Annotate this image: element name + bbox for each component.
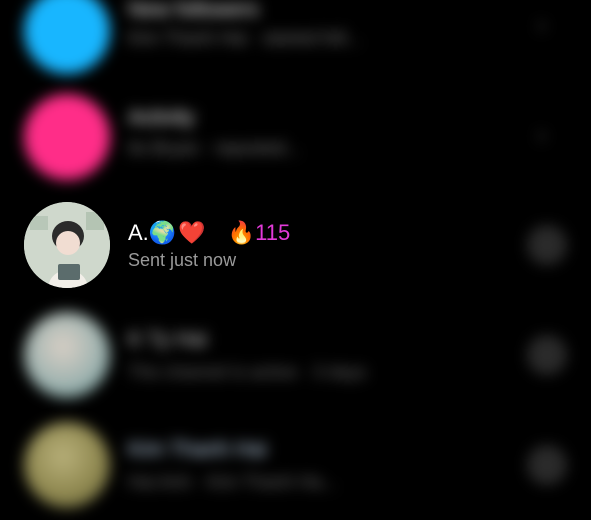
row-subtitle: The channel is active · 3 days — [128, 362, 367, 382]
heart-icon: ❤️ — [178, 220, 206, 245]
flame-icon: 🔥 — [227, 220, 256, 245]
row-title: Kim Thanh Hai — [128, 438, 267, 461]
chat-item-kim[interactable]: Kim Thanh Hai Hai Anh · Kim Thanh Ha... — [0, 410, 591, 520]
contact-name: A. — [128, 220, 149, 245]
list-item-activity[interactable]: Activity Its Bryan · reposted... › — [0, 84, 591, 194]
streak-count: 115 — [255, 220, 291, 245]
chat-item-k[interactable]: K Ty Hai The channel is active · 3 days — [0, 300, 591, 410]
avatar — [24, 312, 110, 398]
chevron-right-icon: › — [538, 12, 546, 37]
row-title: Activity — [128, 106, 195, 129]
row-title: New followers — [128, 0, 259, 21]
avatar — [24, 202, 110, 288]
chat-title: A.🌍❤️ 🔥115 — [128, 220, 290, 246]
last-message-status: Sent just now — [128, 250, 237, 270]
chevron-right-icon: › — [538, 122, 546, 147]
globe-icon: 🌍 — [148, 220, 177, 245]
list-item-new-followers[interactable]: New followers Kim Thanh Hai · started fo… — [0, 0, 591, 92]
row-subtitle: Kim Thanh Hai · started foll... — [128, 28, 361, 48]
followers-avatar-icon — [24, 0, 110, 74]
avatar — [24, 422, 110, 508]
person-avatar-icon — [24, 202, 110, 288]
chat-item-a[interactable]: A.🌍❤️ 🔥115 Sent just now — [0, 190, 591, 300]
row-subtitle: Its Bryan · reposted... — [128, 138, 301, 158]
camera-icon[interactable] — [527, 445, 567, 485]
activity-avatar-icon — [24, 94, 110, 180]
camera-icon[interactable] — [527, 225, 567, 265]
row-title: K Ty Hai — [128, 328, 207, 351]
camera-icon[interactable] — [527, 335, 567, 375]
streak: 🔥115 — [228, 220, 290, 245]
row-subtitle: Hai Anh · Kim Thanh Ha... — [128, 472, 337, 492]
